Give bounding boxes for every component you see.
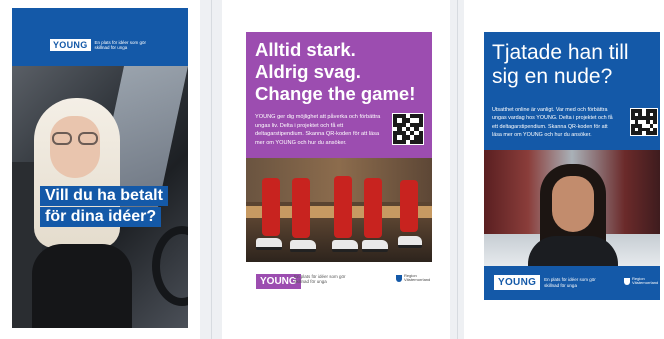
- question-line-1: Vill du ha betalt: [40, 186, 168, 206]
- card-divider: [457, 0, 458, 339]
- poster-body-text: YOUNG ger dig möjlighet att påverka och …: [255, 114, 381, 146]
- young-logo-block: YOUNG En plats för idéer som gör skillna…: [50, 39, 155, 51]
- young-tagline: En plats för idéer som gör skillnad för …: [294, 274, 346, 285]
- region-logo: Region Västernorrland: [624, 276, 659, 286]
- poster-card-3[interactable]: Tjatade han till sig en nude? Utsatthet …: [464, 0, 664, 339]
- qr-code-icon: [392, 113, 424, 145]
- poster-card-2[interactable]: Alltid stark. Aldrig svag. Change the ga…: [222, 0, 450, 339]
- headline-line-2: sig en nude?: [492, 65, 613, 88]
- headline-line-1: Tjatade han till: [492, 41, 629, 64]
- poster-headline: Alltid stark. Aldrig svag. Change the ga…: [255, 39, 425, 105]
- poster-photo-girl-ice-rink: [484, 150, 660, 276]
- headline-line-1: Alltid stark.: [255, 39, 356, 60]
- crest-icon: [624, 277, 630, 285]
- region-name: Region Västernorrland: [404, 273, 431, 283]
- poster-card-1[interactable]: YOUNG En plats för idéer som gör skillna…: [0, 0, 200, 339]
- poster-footer: YOUNG En plats för idéer som gör skillna…: [484, 266, 660, 300]
- region-name: Region Västernorrland: [632, 276, 659, 286]
- young-logo-block: YOUNG En plats för idéer som gör skillna…: [494, 275, 604, 290]
- young-logo: YOUNG: [494, 275, 541, 290]
- crest-icon: [396, 274, 402, 282]
- question-line-2: för dina idéer?: [40, 207, 162, 227]
- young-tagline: En plats för idéer som gör skillnad för …: [544, 277, 596, 288]
- poster-change-the-game: Alltid stark. Aldrig svag. Change the ga…: [246, 32, 432, 300]
- qr-code-icon: [630, 108, 658, 136]
- poster-payment-ideas: YOUNG En plats för idéer som gör skillna…: [12, 8, 188, 328]
- young-tagline: En plats för idéer som gör skillnad för …: [94, 39, 147, 50]
- headline-line-3: Change the game!: [255, 83, 416, 104]
- headline-line-2: Aldrig svag.: [255, 61, 361, 82]
- poster-question: Vill du ha betalt för dina idéer?: [40, 186, 174, 228]
- poster-gallery: YOUNG En plats för idéer som gör skillna…: [0, 0, 664, 339]
- poster-nude-pressure: Tjatade han till sig en nude? Utsatthet …: [484, 32, 660, 300]
- poster-photo-hockey-bench: [246, 158, 432, 262]
- region-logo: Region Västernorrland: [396, 273, 431, 283]
- card-divider: [211, 0, 212, 339]
- young-logo: YOUNG: [50, 39, 91, 51]
- poster-body-text: Utsatthet online är vanligt. Var med och…: [492, 107, 613, 139]
- poster-headline: Tjatade han till sig en nude?: [492, 41, 660, 89]
- poster-footer: YOUNG En plats för idéer som gör skillna…: [246, 262, 432, 300]
